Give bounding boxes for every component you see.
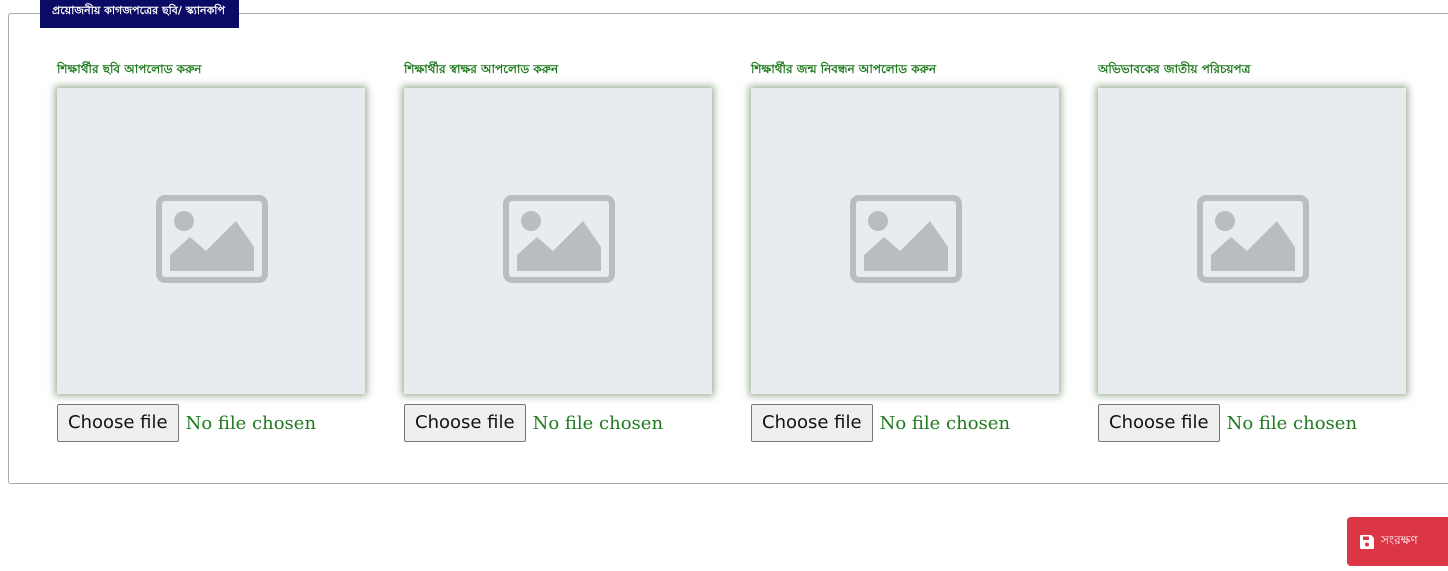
file-status-text: No file chosen [1226,412,1358,434]
choose-file-button[interactable]: Choose file [751,404,873,442]
save-label: সংরক্ষণ [1381,532,1418,547]
upload-birth-registration: শিক্ষার্থীর জন্ম নিবন্ধন আপলোড করুন Choo… [751,61,1081,442]
upload-student-signature: শিক্ষার্থীর স্বাক্ষর আপলোড করুন Choose f… [404,61,734,442]
image-preview [751,88,1059,394]
choose-file-button[interactable]: Choose file [1098,404,1220,442]
image-placeholder-icon [503,195,615,283]
image-placeholder-icon [850,195,962,283]
upload-guardian-nid: অভিভাবকের জাতীয় পরিচয়পত্র Choose file … [1098,61,1428,442]
save-icon [1360,534,1374,549]
upload-student-photo: শিক্ষার্থীর ছবি আপলোড করুন Choose file N… [57,61,387,442]
save-button[interactable]: সংরক্ষণ [1347,517,1448,566]
file-status-text: No file chosen [185,412,317,434]
file-status-text: No file chosen [532,412,664,434]
image-placeholder-icon [1197,195,1309,283]
upload-label: শিক্ষার্থীর স্বাক্ষর আপলোড করুন [404,62,559,76]
upload-label: অভিভাবকের জাতীয় পরিচয়পত্র [1098,62,1251,76]
image-preview [1098,88,1406,394]
image-preview [57,88,365,394]
choose-file-button[interactable]: Choose file [404,404,526,442]
section-legend: প্রয়োজনীয় কাগজপত্রের ছবি/ স্ক্যানকপি [40,0,239,28]
upload-label: শিক্ষার্থীর জন্ম নিবন্ধন আপলোড করুন [751,62,936,76]
image-placeholder-icon [156,195,268,283]
image-preview [404,88,712,394]
file-status-text: No file chosen [879,412,1011,434]
choose-file-button[interactable]: Choose file [57,404,179,442]
upload-label: শিক্ষার্থীর ছবি আপলোড করুন [57,62,202,76]
